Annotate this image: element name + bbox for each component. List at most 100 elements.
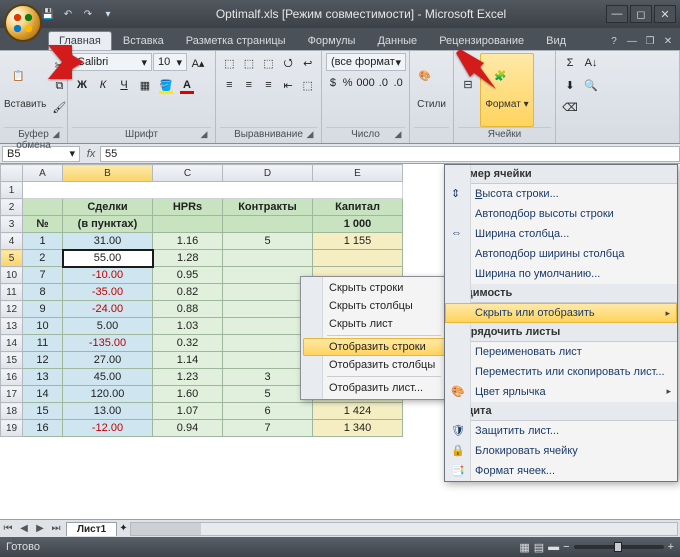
row-header[interactable]: 15 [1,352,23,369]
col-header-d[interactable]: D [223,165,313,182]
menu-col-width[interactable]: ⇔Ширина столбца... [445,224,677,244]
cell[interactable]: 31.00 [63,233,153,250]
dec-decimal-button[interactable]: .0 [391,73,405,93]
clear-button[interactable]: ⌫ [560,97,580,117]
row-header[interactable]: 5 [1,250,23,267]
autosum-button[interactable]: Σ [560,53,580,73]
cell[interactable]: 7 [23,267,63,284]
clipboard-launcher[interactable]: ◢ [50,129,62,141]
cell[interactable]: -24.00 [63,301,153,318]
cell[interactable]: 13.00 [63,403,153,420]
align-bottom-button[interactable]: ⬚ [259,53,278,73]
row-header[interactable]: 14 [1,335,23,352]
cell[interactable]: 6 [223,403,313,420]
cell[interactable] [223,352,313,369]
underline-button[interactable]: Ч [114,75,134,95]
cell[interactable]: 10 [23,318,63,335]
view-normal-button[interactable]: ▦ [519,541,529,554]
find-button[interactable]: 🔍 [581,75,601,95]
formula-input[interactable]: 55 [100,146,680,162]
cell[interactable] [223,318,313,335]
sheet-tab-1[interactable]: Лист1 [66,522,117,536]
indent-dec-button[interactable]: ⇤ [279,75,298,95]
cell[interactable]: 12 [23,352,63,369]
menu-lock-cell[interactable]: 🔒Блокировать ячейку [445,441,677,461]
cell[interactable]: 0.88 [153,301,223,318]
number-format-combo[interactable]: (все формат▾ [326,53,406,71]
row-header[interactable]: 18 [1,403,23,420]
menu-row-height[interactable]: ⇕ВВысота строки...ысота строки... [445,184,677,204]
tab-view[interactable]: Вид [535,31,577,50]
merge-button[interactable]: ⬚ [298,75,317,95]
inc-decimal-button[interactable]: .0 [377,73,391,93]
cell[interactable]: 7 [223,420,313,437]
grow-font-button[interactable]: A▴ [188,53,208,73]
cell[interactable] [313,250,403,267]
cell[interactable]: 5 [223,233,313,250]
cell[interactable]: 5 [223,386,313,403]
cell[interactable] [223,284,313,301]
menu-show-sheet[interactable]: Отобразить лист... [303,379,445,397]
view-layout-button[interactable]: ▤ [534,541,544,554]
tab-insert[interactable]: Вставка [112,31,175,50]
menu-hide-sheet[interactable]: Скрыть лист [303,315,445,333]
cell[interactable]: 0.32 [153,335,223,352]
save-icon[interactable]: 💾 [40,6,56,22]
minimize-button[interactable]: — [606,5,628,23]
font-launcher[interactable]: ◢ [198,129,210,141]
align-top-button[interactable]: ⬚ [220,53,239,73]
menu-format-cells[interactable]: 📑Формат ячеек... [445,461,677,481]
menu-tab-color[interactable]: 🎨Цвет ярлычка [445,382,677,402]
mdi-restore[interactable]: ❐ [642,36,658,50]
horizontal-scrollbar[interactable] [130,522,678,536]
cell[interactable]: 11 [23,335,63,352]
orientation-button[interactable]: ⭯ [279,53,298,73]
cell[interactable]: 5.00 [63,318,153,335]
cell[interactable]: 0.95 [153,267,223,284]
col-header-b[interactable]: B [63,165,153,182]
tab-page-layout[interactable]: Разметка страницы [175,31,297,50]
row-header[interactable]: 13 [1,318,23,335]
tab-nav-prev[interactable]: ◀ [16,523,32,534]
row-header[interactable]: 12 [1,301,23,318]
cell[interactable]: 2 [23,250,63,267]
menu-show-rows[interactable]: Отобразить строки [303,338,445,356]
select-all-button[interactable] [1,165,23,182]
alignment-launcher[interactable]: ◢ [304,129,316,141]
comma-button[interactable]: 000 [356,73,376,93]
cell[interactable]: 120.00 [63,386,153,403]
border-button[interactable]: ▦ [135,75,155,95]
view-break-button[interactable]: ▬ [548,541,559,553]
accounting-button[interactable]: $ [326,73,340,93]
cell[interactable]: 1.23 [153,369,223,386]
align-middle-button[interactable]: ⬚ [240,53,259,73]
cell[interactable]: 8 [23,284,63,301]
row-header[interactable]: 17 [1,386,23,403]
fill-button[interactable]: ⬇ [560,75,580,95]
cell[interactable]: -35.00 [63,284,153,301]
cell[interactable]: 16 [23,420,63,437]
office-button[interactable] [4,4,42,42]
font-size-combo[interactable]: 10▾ [153,53,187,71]
menu-autofit-row[interactable]: Автоподбор высоты строки [445,204,677,224]
percent-button[interactable]: % [341,73,355,93]
font-name-combo[interactable]: Calibri▾ [72,53,152,71]
zoom-in-button[interactable]: + [668,541,674,553]
paste-button[interactable]: 📋 Вставить [4,53,46,127]
cell[interactable]: 1.14 [153,352,223,369]
qat-more-icon[interactable]: ▾ [100,6,116,22]
cell[interactable]: 1 155 [313,233,403,250]
menu-default-width[interactable]: Ширина по умолчанию... [445,264,677,284]
zoom-slider[interactable] [574,545,664,549]
align-center-button[interactable]: ≡ [240,75,259,95]
col-header-a[interactable]: A [23,165,63,182]
number-launcher[interactable]: ◢ [392,129,404,141]
cell[interactable]: 45.00 [63,369,153,386]
menu-rename-sheet[interactable]: Переименовать лист [445,342,677,362]
mdi-close[interactable]: ✕ [660,36,676,50]
cell[interactable]: 1.07 [153,403,223,420]
cell[interactable]: 55.00 [63,250,153,267]
row-header[interactable]: 1 [1,182,23,199]
cell[interactable]: 0.82 [153,284,223,301]
mdi-minimize[interactable]: — [624,36,640,50]
